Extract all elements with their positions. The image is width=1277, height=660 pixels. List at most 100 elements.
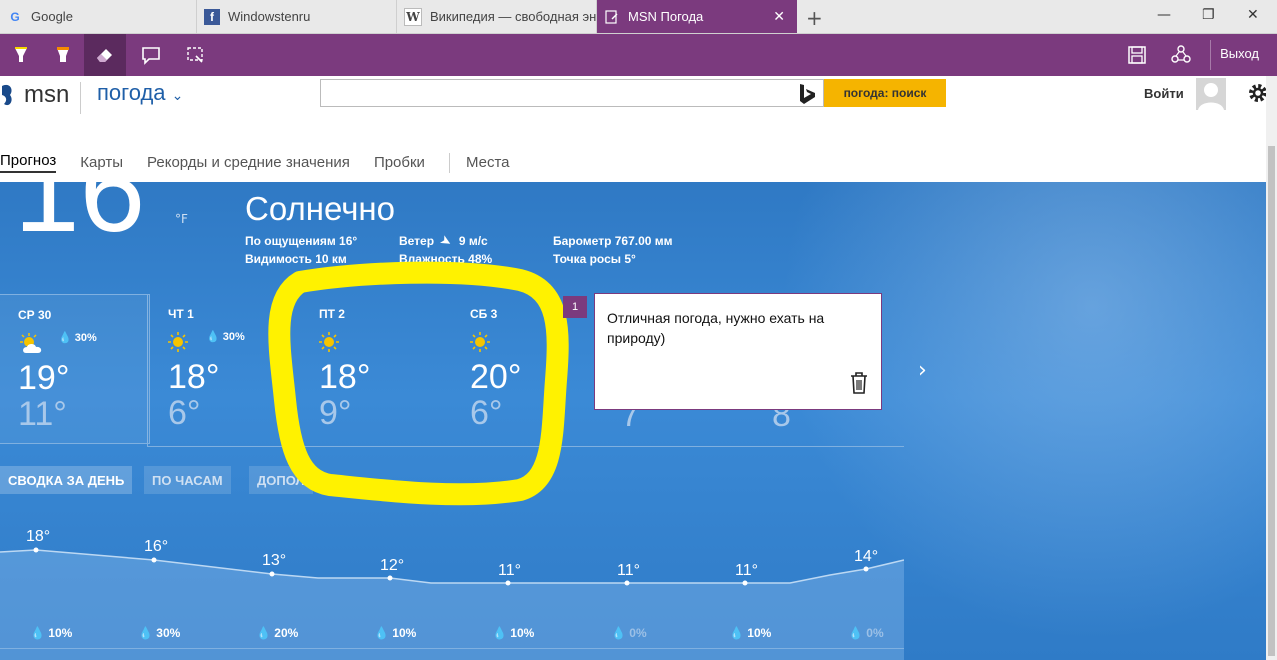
tab-details[interactable]: ДОПОЛ [249, 466, 313, 494]
precip-value: 10% [747, 626, 772, 640]
hourly-precip: 💧 0% [848, 626, 884, 640]
tab-wikipedia[interactable]: W Википедия — свободная эн [397, 0, 597, 33]
avatar[interactable] [1196, 78, 1226, 110]
wind-value: 9 м/с [458, 234, 488, 248]
scrollbar-thumb[interactable] [1268, 146, 1275, 656]
precip-value: 10% [48, 626, 73, 640]
section-title: погода [97, 80, 166, 105]
sunny-icon [470, 332, 490, 357]
hourly-temp: 11° [617, 562, 641, 579]
chart-baseline [0, 648, 904, 649]
page-scrollbar[interactable] [1266, 76, 1277, 660]
web-note[interactable]: Отличная погода, нужно ехать на природу) [594, 293, 882, 410]
sub-navigation: Прогноз Карты Рекорды и средние значения… [0, 152, 534, 173]
chevron-right-icon[interactable]: › [918, 358, 927, 383]
precip-value: 0% [629, 626, 647, 640]
temperature-area [0, 550, 904, 660]
msn-logo[interactable]: msn [0, 81, 69, 109]
tab-windowstenru[interactable]: f Windowstenru [197, 0, 397, 33]
sunny-icon [319, 332, 339, 357]
close-tab-icon[interactable]: ✕ [773, 8, 785, 25]
precip-value: 30% [74, 332, 97, 344]
low-temp: 6° [168, 394, 201, 432]
highlighter-button[interactable] [42, 34, 84, 76]
hourly-precip: 💧 10% [30, 626, 73, 640]
high-temp: 18° [319, 358, 371, 396]
clip-button[interactable] [174, 34, 216, 76]
search-button[interactable]: погода: поиск [824, 79, 946, 107]
dew-point: Точка росы 5° [553, 252, 636, 266]
minimize-icon[interactable]: — [1157, 7, 1171, 23]
user-icon [1198, 83, 1224, 110]
msn-logo-text: msn [24, 81, 70, 108]
comment-icon [142, 47, 160, 65]
high-temp: 18° [168, 358, 220, 396]
hourly-temp: 12° [380, 557, 405, 574]
nav-records[interactable]: Рекорды и средние значения [147, 154, 350, 171]
pressure: Барометр 767.00 мм [553, 234, 673, 248]
tab-label: MSN Погода [628, 9, 704, 24]
clip-icon [187, 47, 203, 63]
restore-icon[interactable]: ❐ [1202, 7, 1215, 23]
tab-google[interactable]: G Google [0, 0, 197, 33]
high-temp: 19° [18, 359, 70, 397]
note-badge[interactable]: 1 [563, 296, 587, 318]
precip-chance: 💧 30% [206, 330, 245, 343]
pen-button[interactable] [0, 34, 42, 76]
day-card[interactable]: СР 30 💧 30% 19° 11° [0, 294, 150, 444]
section-dropdown[interactable]: погода ⌄ [97, 80, 183, 106]
eraser-button[interactable] [84, 34, 126, 76]
trash-icon [851, 372, 867, 394]
unit-celsius[interactable]: ° [165, 182, 185, 200]
tab-label: Google [31, 9, 73, 24]
hourly-temp: 11° [735, 562, 759, 579]
nav-places[interactable]: Места [466, 154, 510, 171]
search-input[interactable] [320, 79, 824, 107]
precip-value: 20% [274, 626, 299, 640]
note-page-icon [604, 9, 620, 25]
hourly-temp: 16° [144, 538, 169, 555]
nav-maps[interactable]: Карты [80, 154, 123, 171]
day-card[interactable]: ПТ 2 18° 9° [301, 294, 451, 444]
wind-label: Ветер [399, 234, 435, 248]
day-card[interactable]: ЧТ 1 💧 30% 18° 6° [150, 294, 300, 444]
exit-button[interactable]: Выход [1220, 46, 1259, 61]
share-note-button[interactable] [1160, 34, 1202, 76]
hourly-precip: 💧 20% [256, 626, 299, 640]
share-icon [1171, 45, 1191, 63]
nav-forecast[interactable]: Прогноз [0, 152, 57, 173]
precip-value: 0% [866, 626, 884, 640]
hourly-precip: 💧 30% [138, 626, 181, 640]
unit-fahrenheit[interactable]: °F [175, 212, 188, 226]
hourly-temp: 11° [498, 562, 522, 579]
tab-hourly[interactable]: ПО ЧАСАМ [144, 466, 231, 494]
close-window-icon[interactable]: ✕ [1247, 7, 1259, 23]
google-icon: G [10, 9, 20, 24]
day-name: ЧТ 1 [168, 307, 194, 321]
save-icon [1128, 46, 1146, 64]
tab-daily-summary[interactable]: СВОДКА ЗА ДЕНЬ [0, 466, 133, 494]
humidity: Влажность 48% [399, 252, 493, 266]
toolbar-divider [1210, 40, 1211, 70]
tab-msn-weather[interactable]: MSN Погода ✕ [597, 0, 797, 33]
add-note-button[interactable] [130, 34, 172, 76]
hourly-precip: 💧 10% [729, 626, 772, 640]
precip-value: 10% [510, 626, 535, 640]
hourly-precip: 💧 0% [611, 626, 647, 640]
wikipedia-icon: W [404, 7, 422, 26]
save-note-button[interactable] [1116, 34, 1158, 76]
chevron-down-icon: ⌄ [171, 87, 184, 103]
new-tab-icon[interactable]: + [806, 6, 823, 30]
signin-link[interactable]: Войти [1144, 86, 1184, 101]
msn-header: msn погода ⌄ погода: поиск Войти Прогноз… [0, 76, 1268, 183]
day-name: ПТ 2 [319, 307, 345, 321]
visibility: Видимость 10 км [245, 252, 347, 266]
note-text[interactable]: Отличная погода, нужно ехать на природу) [607, 308, 867, 348]
butterfly-icon [2, 84, 12, 106]
browser-tab-strip: G Google f Windowstenru W Википедия — св… [0, 0, 1277, 34]
raindrop-icon: 💧 [58, 332, 72, 344]
pen-icon [15, 47, 27, 62]
delete-note-button[interactable] [849, 371, 869, 399]
day-name: СР 30 [18, 308, 52, 322]
nav-traffic[interactable]: Пробки [374, 154, 425, 171]
